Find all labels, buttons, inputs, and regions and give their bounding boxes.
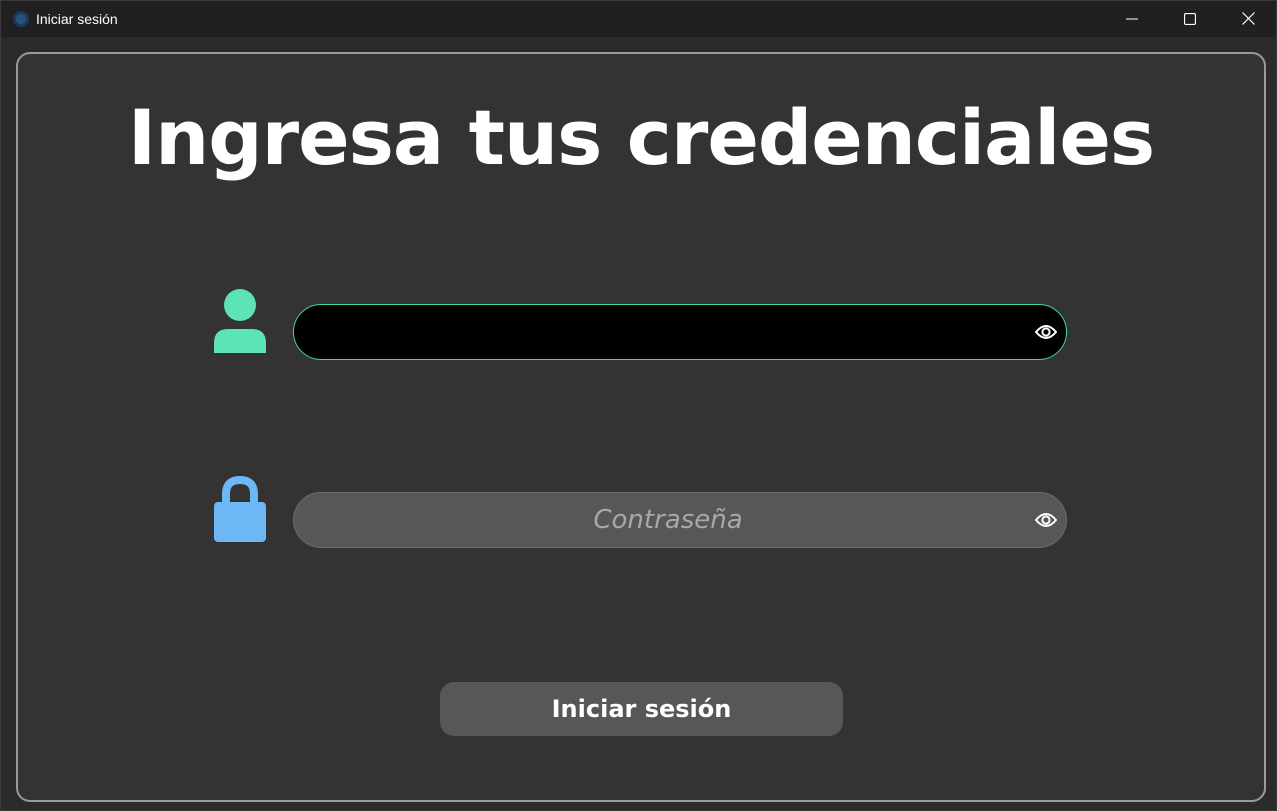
window-title: Iniciar sesión (36, 11, 118, 27)
maximize-button[interactable] (1161, 1, 1219, 37)
eye-icon[interactable] (1033, 507, 1059, 533)
eye-icon[interactable] (1033, 319, 1059, 345)
username-input[interactable] (318, 305, 1018, 359)
lock-icon (212, 475, 268, 542)
login-window: Iniciar sesión Ingresa tus credenciales (0, 0, 1277, 811)
username-field[interactable] (293, 304, 1067, 360)
password-input[interactable] (318, 493, 1018, 547)
close-icon (1241, 10, 1255, 29)
minimize-button[interactable] (1103, 1, 1161, 37)
app-logo-icon (11, 9, 31, 29)
login-button[interactable]: Iniciar sesión (440, 682, 843, 736)
minimize-icon (1126, 10, 1138, 29)
user-icon (212, 289, 268, 355)
title-bar: Iniciar sesión (1, 1, 1276, 37)
password-field[interactable] (293, 492, 1067, 548)
page-title: Ingresa tus credenciales (127, 93, 1155, 182)
login-panel: Ingresa tus credenciales Iniciar sesión (16, 52, 1266, 802)
close-button[interactable] (1219, 1, 1277, 37)
maximize-icon (1183, 10, 1197, 29)
